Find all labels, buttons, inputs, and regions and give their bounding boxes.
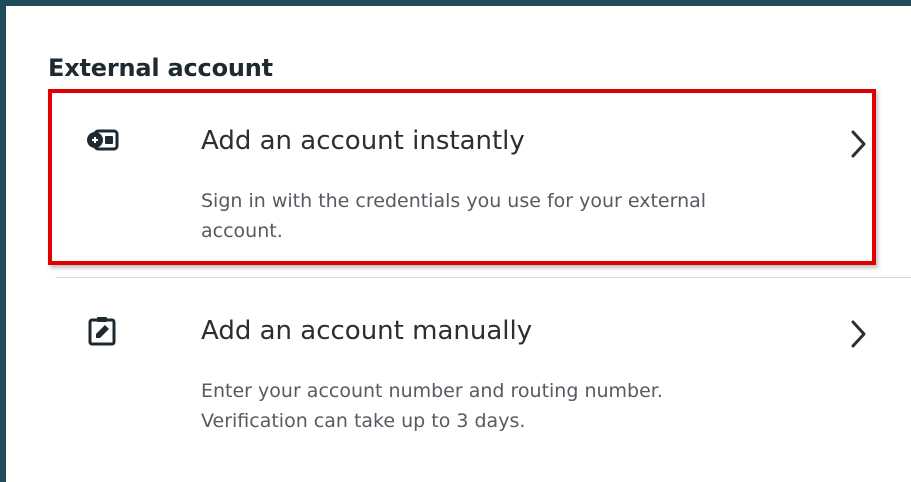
chevron-right-icon[interactable] [849,129,869,159]
option-description: Sign in with the credentials you use for… [201,190,707,242]
option-title: Add an account manually [201,316,533,346]
option-description: Enter your account number and routing nu… [201,380,663,432]
panel-frame: External account Add an account instantl… [0,0,911,482]
add-account-manually-option[interactable]: Add an account manually Enter your accou… [56,292,882,462]
chevron-right-icon[interactable] [849,319,869,349]
wallet-card-icon [86,126,120,156]
clipboard-edit-icon [86,316,120,346]
section-title: External account [48,54,273,82]
add-account-instantly-option[interactable]: Add an account instantly Sign in with th… [56,96,882,268]
divider [56,277,911,278]
option-title: Add an account instantly [201,126,525,156]
